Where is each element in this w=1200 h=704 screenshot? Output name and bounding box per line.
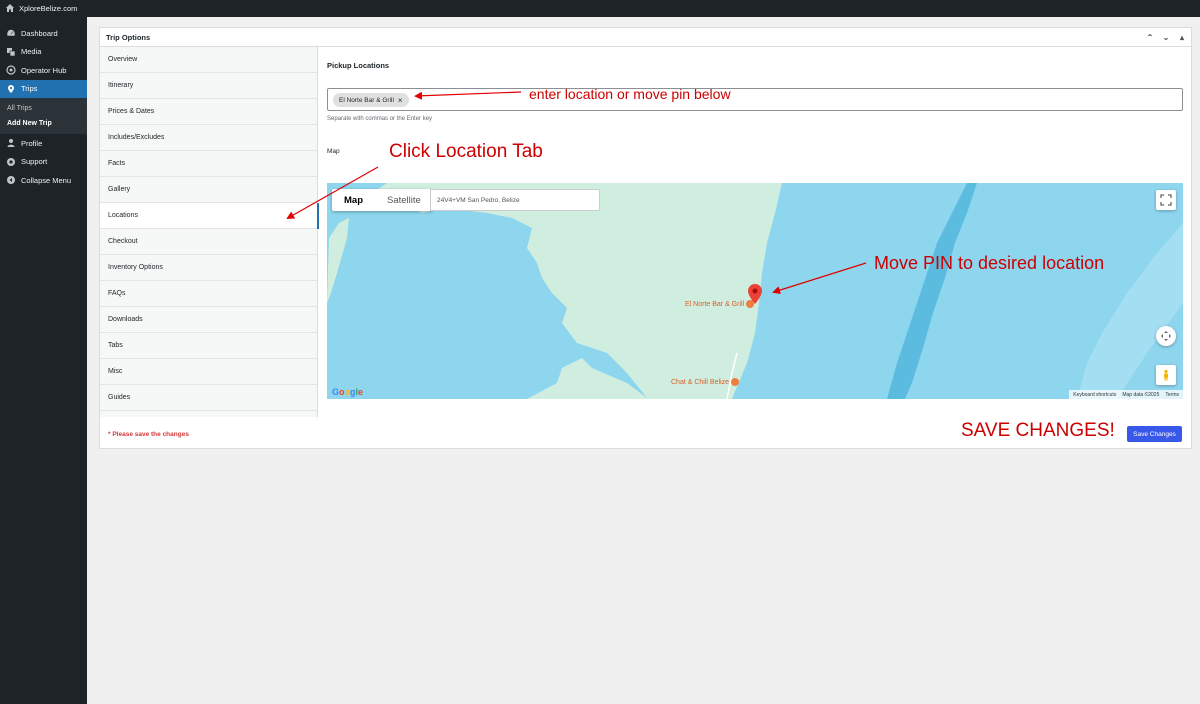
tab-prices-dates[interactable]: Prices & Dates	[100, 99, 317, 125]
user-icon	[6, 138, 16, 148]
panel-title: Trip Options	[106, 32, 151, 42]
menu-label: Collapse Menu	[21, 175, 72, 185]
tab-checkout[interactable]: Checkout	[100, 229, 317, 255]
annotation-click-tab: Click Location Tab	[389, 141, 543, 162]
menu-item-dashboard[interactable]: Dashboard	[0, 24, 87, 43]
annotation-move-pin: Move PIN to desired location	[874, 253, 1105, 273]
tab-inventory-options[interactable]: Inventory Options	[100, 255, 317, 281]
tab-facts[interactable]: Facts	[100, 151, 317, 177]
place-label: El Norte Bar & Grill	[685, 300, 745, 308]
save-changes-button[interactable]: Save Changes	[1127, 426, 1182, 442]
support-icon	[6, 157, 16, 167]
menu-item-media[interactable]: Media	[0, 43, 87, 62]
map-type-control: Map Satellite	[332, 189, 433, 211]
map-type-map[interactable]: Map	[332, 189, 375, 211]
tab-misc[interactable]: Misc	[100, 359, 317, 385]
pickup-location-input[interactable]: El Norte Bar & Grill ×	[327, 88, 1183, 111]
input-hint: Separate with commas or the Enter key	[327, 116, 433, 122]
terms-link[interactable]: Terms	[1165, 392, 1179, 398]
menu-item-support[interactable]: Support	[0, 153, 87, 172]
tab-tabs[interactable]: Tabs	[100, 333, 317, 359]
tab-faqs[interactable]: FAQs	[100, 281, 317, 307]
home-icon[interactable]	[5, 3, 19, 15]
google-logo: Google	[332, 387, 364, 397]
trips-submenu: All Trips Add New Trip	[0, 98, 87, 134]
menu-label: Profile	[21, 138, 43, 148]
tab-guides[interactable]: Guides	[100, 385, 317, 411]
toggle-panel-icon[interactable]: ▴	[1177, 31, 1187, 43]
tab-gallery[interactable]: Gallery	[100, 177, 317, 203]
admin-sidebar: Dashboard Media Operator Hub Trips All T…	[0, 17, 87, 704]
section-title: Pickup Locations	[327, 61, 390, 70]
site-name-link[interactable]: XploreBelize.com	[19, 4, 77, 13]
menu-item-operator-hub[interactable]: Operator Hub	[0, 61, 87, 80]
chevron-down-icon[interactable]: ⌄	[1161, 31, 1171, 43]
annotation-save: SAVE CHANGES!	[961, 420, 1115, 441]
map-place-chat-chill[interactable]: Chat & Chill Belize	[671, 378, 739, 386]
operator-hub-icon	[6, 65, 16, 75]
map-label: Map	[327, 148, 340, 155]
collapse-icon	[6, 175, 16, 185]
submenu-add-new-trip[interactable]: Add New Trip	[0, 116, 87, 131]
chevron-up-icon[interactable]: ⌃	[1145, 31, 1155, 43]
location-tag: El Norte Bar & Grill ×	[333, 93, 409, 107]
pegman-icon[interactable]	[1156, 365, 1176, 385]
fullscreen-icon[interactable]	[1156, 190, 1176, 210]
submenu-all-trips[interactable]: All Trips	[0, 101, 87, 116]
menu-label: Support	[21, 157, 48, 167]
remove-tag-icon[interactable]: ×	[398, 96, 403, 105]
keyboard-shortcuts-link[interactable]: Keyboard shortcuts	[1073, 392, 1116, 398]
location-pin-icon	[6, 84, 16, 94]
map-place-el-norte[interactable]: El Norte Bar & Grill	[685, 300, 755, 308]
save-reminder: * Please save the changes	[108, 431, 189, 438]
tab-itinerary[interactable]: Itinerary	[100, 73, 317, 99]
camera-control-icon[interactable]	[1156, 326, 1176, 346]
menu-item-trips[interactable]: Trips	[0, 79, 87, 98]
map-footer: Keyboard shortcuts Map data ©2025 Terms	[1069, 390, 1183, 399]
map-search-input[interactable]: 24V4+VM San Pedro, Belize	[430, 189, 600, 211]
panel-header: Trip Options ⌃ ⌄ ▴	[100, 28, 1191, 47]
tab-includes-excludes[interactable]: Includes/Excludes	[100, 125, 317, 151]
trip-options-tabs: Overview Itinerary Prices & Dates Includ…	[100, 47, 319, 417]
map-marker-pin-icon[interactable]	[748, 284, 762, 304]
dashboard-icon	[6, 28, 16, 38]
tab-locations[interactable]: Locations	[100, 203, 319, 229]
menu-item-profile[interactable]: Profile	[0, 134, 87, 153]
menu-label: Media	[21, 47, 42, 57]
menu-label: Trips	[21, 84, 38, 94]
menu-item-collapse[interactable]: Collapse Menu	[0, 171, 87, 190]
annotation-enter-location: enter location or move pin below	[529, 86, 731, 102]
place-label: Chat & Chill Belize	[671, 378, 729, 386]
locations-content: Pickup Locations El Norte Bar & Grill × …	[319, 47, 1191, 417]
map-type-satellite[interactable]: Satellite	[375, 189, 433, 211]
admin-bar: XploreBelize.com	[0, 0, 1200, 17]
restaurant-icon	[730, 378, 739, 386]
menu-label: Dashboard	[21, 28, 58, 38]
map-data-credit: Map data ©2025	[1122, 391, 1160, 398]
google-map[interactable]: Map Satellite 24V4+VM San Pedro, Belize …	[327, 183, 1183, 399]
menu-label: Operator Hub	[21, 65, 67, 75]
tab-overview[interactable]: Overview	[100, 47, 317, 73]
tag-label: El Norte Bar & Grill	[339, 96, 394, 104]
media-icon	[6, 47, 16, 57]
tab-downloads[interactable]: Downloads	[100, 307, 317, 333]
